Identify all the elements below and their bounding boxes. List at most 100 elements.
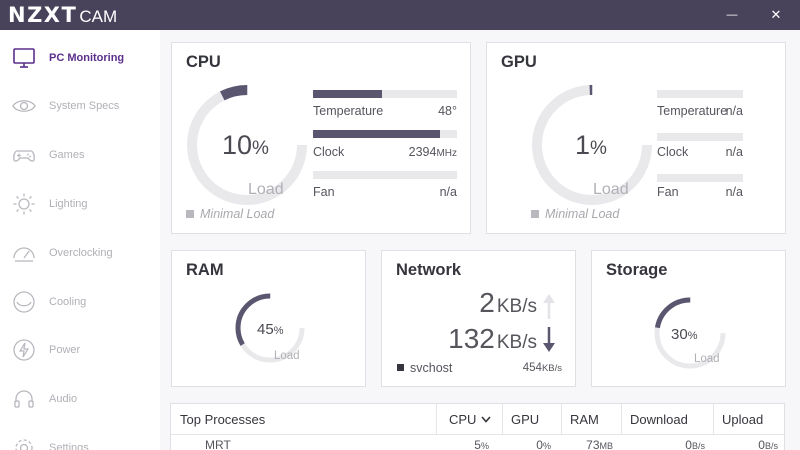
- sidebar-item-overclocking[interactable]: Overclocking: [0, 233, 160, 273]
- network-upload-readout: 2 KB/s: [422, 287, 537, 319]
- network-download-readout: 132 KB/s: [422, 323, 537, 355]
- sidebar-item-cooling[interactable]: Cooling: [0, 282, 160, 322]
- gpu-clock-bar: [657, 133, 743, 141]
- cell-unit: %: [542, 441, 551, 450]
- gpu-temperature-value: n/a: [725, 104, 743, 118]
- ram-load-label: Load: [274, 350, 300, 362]
- gpu-load-unit: %: [590, 138, 607, 159]
- storage-title: Storage: [606, 261, 668, 279]
- column-header-gpu[interactable]: GPU: [502, 404, 561, 434]
- sidebar-item-label: System Specs: [49, 100, 120, 112]
- column-header-process[interactable]: Top Processes: [171, 404, 436, 434]
- column-header-ram[interactable]: RAM: [561, 404, 621, 434]
- logo-nzxt: NZXT: [8, 3, 78, 27]
- cell-unit: %: [480, 441, 489, 450]
- ram-load-value: 45: [257, 321, 274, 338]
- cpu-fan-label: Fan: [313, 185, 335, 199]
- cell-unit: B/s: [764, 441, 778, 450]
- network-card: Network 2 KB/s 132 KB/s svchost 454KB/s: [381, 250, 576, 387]
- cpu-clock-bar: [313, 130, 457, 138]
- monitor-icon: [13, 48, 35, 68]
- sidebar-item-label: Audio: [49, 393, 78, 405]
- sidebar-item-games[interactable]: Games: [0, 135, 160, 175]
- minimize-button[interactable]: —: [714, 0, 750, 30]
- cpu-clock-readout: 2394MHz: [377, 145, 457, 159]
- process-ram-cell: 73MB: [563, 438, 613, 450]
- network-title: Network: [396, 261, 462, 279]
- storage-load-readout: 30%: [671, 326, 697, 343]
- column-header-label: GPU: [511, 411, 540, 427]
- cpu-fan-bar: [313, 171, 457, 179]
- gpu-load-value: 1: [575, 130, 591, 160]
- cell-unit: MB: [599, 441, 614, 450]
- cpu-clock-label: Clock: [313, 145, 345, 159]
- network-upload-value: 2: [479, 287, 495, 318]
- gpu-clock-label: Clock: [657, 145, 689, 159]
- logo-cam: CAM: [79, 7, 118, 26]
- gpu-temperature-bar: [657, 90, 743, 98]
- upload-arrow-icon: [543, 294, 555, 319]
- cpu-clock-unit: MHz: [436, 148, 457, 159]
- gpu-title: GPU: [501, 53, 537, 71]
- sidebar-item-audio[interactable]: Audio: [0, 379, 160, 419]
- gpu-load-label: Load: [593, 181, 629, 198]
- legend-swatch: [531, 210, 539, 218]
- ram-load-readout: 45%: [257, 321, 283, 338]
- lightning-icon: [13, 339, 35, 361]
- sidebar: PC Monitoring System Specs Games Lightin…: [0, 30, 160, 450]
- gpu-fan-label: Fan: [657, 185, 679, 199]
- sidebar-item-pc-monitoring[interactable]: PC Monitoring: [0, 38, 160, 78]
- cell-value: 73: [586, 438, 600, 450]
- sidebar-item-settings[interactable]: Settings: [0, 428, 160, 450]
- sidebar-item-label: Overclocking: [49, 247, 113, 259]
- column-header-cpu[interactable]: CPU: [436, 404, 502, 434]
- sidebar-item-label: Cooling: [49, 296, 87, 308]
- eye-icon: [12, 100, 36, 112]
- cell-unit: B/s: [691, 441, 705, 450]
- network-upload-unit: KB/s: [496, 296, 537, 317]
- column-header-upload[interactable]: Upload: [713, 404, 786, 434]
- storage-load-unit: %: [687, 330, 698, 342]
- sidebar-item-label: Lighting: [49, 198, 88, 210]
- column-header-label: Top Processes: [180, 411, 266, 427]
- speedometer-icon: [13, 247, 35, 262]
- sidebar-item-system-specs[interactable]: System Specs: [0, 86, 160, 126]
- cpu-load-label: Load: [248, 181, 284, 198]
- gear-icon: [15, 439, 33, 450]
- chevron-down-icon: [481, 415, 492, 423]
- cpu-temperature-bar-fill: [313, 90, 383, 98]
- cell-value: 0: [685, 438, 692, 450]
- cpu-temperature-label: Temperature: [313, 104, 384, 118]
- headphones-icon: [14, 390, 34, 408]
- sidebar-item-power[interactable]: Power: [0, 330, 160, 370]
- gpu-load-readout: 1%: [575, 130, 607, 161]
- network-process-name: svchost: [410, 361, 453, 375]
- gamepad-icon: [13, 150, 35, 162]
- gpu-fan-bar: [657, 174, 743, 182]
- network-download-value: 132: [448, 323, 495, 354]
- column-header-label: Download: [630, 411, 688, 427]
- close-button[interactable]: ✕: [758, 0, 794, 30]
- gpu-legend: Minimal Load: [531, 207, 619, 221]
- cpu-legend: Minimal Load: [186, 207, 274, 221]
- gpu-fan-value: n/a: [725, 185, 743, 199]
- process-upload-cell: 0B/s: [716, 438, 778, 450]
- cell-value: 0: [536, 438, 543, 450]
- gpu-card: GPU 1% Load Minimal Load Temperature n/a…: [486, 42, 786, 234]
- sidebar-item-label: Power: [49, 344, 81, 356]
- cpu-temperature-value: 48°: [438, 104, 457, 118]
- gpu-clock-value: n/a: [725, 145, 743, 159]
- cpu-card: CPU 10% Load Minimal Load Temperature 48…: [171, 42, 471, 234]
- top-processes-table: Top Processes CPU GPU RAM Download Uploa…: [170, 403, 785, 450]
- column-header-label: CPU: [449, 411, 477, 427]
- column-header-download[interactable]: Download: [621, 404, 713, 434]
- network-process-unit: KB/s: [541, 363, 562, 374]
- column-header-label: RAM: [570, 411, 599, 427]
- cpu-load-readout: 10%: [222, 130, 269, 161]
- app-logo: NZXT CAM: [8, 3, 117, 27]
- sidebar-item-label: Settings: [49, 442, 89, 450]
- process-download-cell: 0B/s: [641, 438, 705, 450]
- cpu-fan-value: n/a: [439, 185, 457, 199]
- sidebar-item-lighting[interactable]: Lighting: [0, 184, 160, 224]
- cpu-clock-value: 2394: [408, 145, 437, 159]
